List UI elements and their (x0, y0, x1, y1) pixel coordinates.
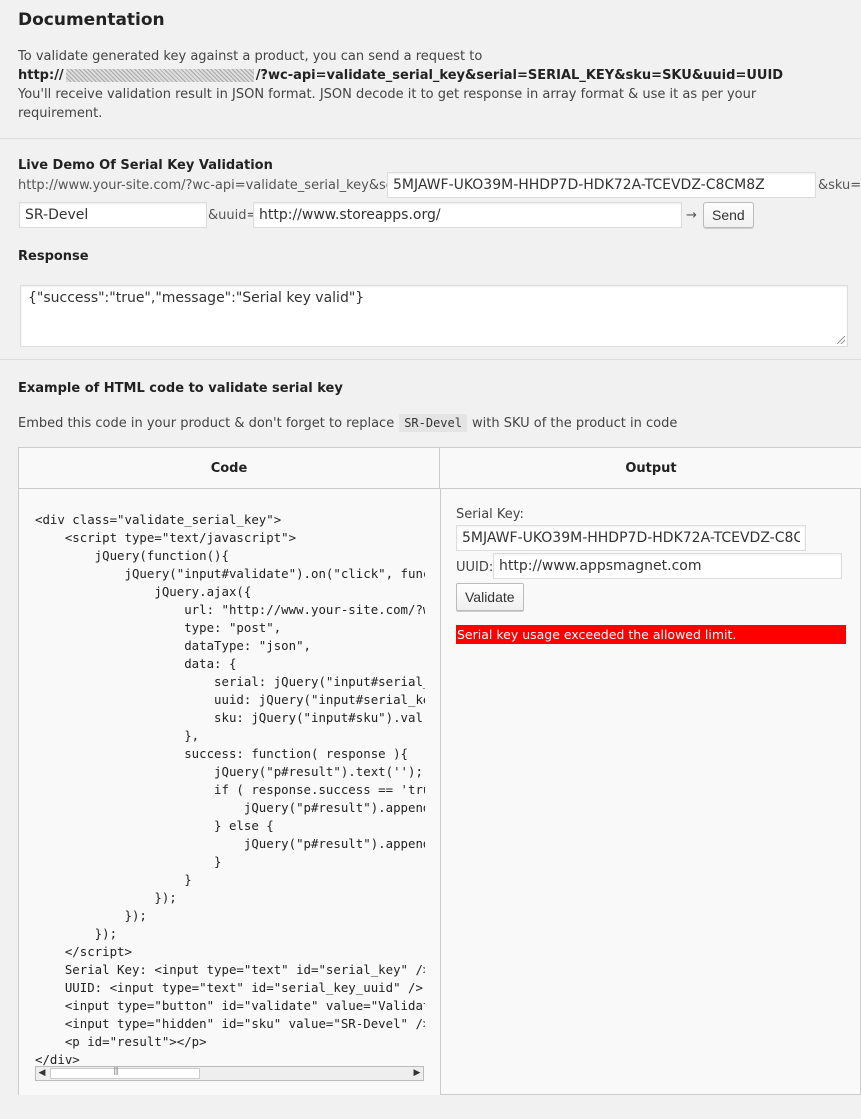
code-column-header: Code (19, 448, 440, 489)
arrow-right-icon: → (686, 208, 697, 223)
sku-label: &sku= (818, 178, 861, 193)
demo-row-2: &uuid= → Send (18, 202, 861, 228)
output-column-header: Output (440, 448, 861, 489)
code-block[interactable]: <div class="validate_serial_key"> <scrip… (35, 511, 425, 1069)
horizontal-scrollbar[interactable]: ◀ ▶ (35, 1066, 424, 1081)
demo-uuid-input[interactable] (493, 553, 842, 579)
response-heading: Response (18, 249, 89, 264)
output-cell: Serial Key: UUID: Validate Serial key us… (441, 490, 861, 1095)
response-textarea[interactable]: {"success":"true","message":"Serial key … (20, 285, 848, 347)
demo-row-1: http://www.your-site.com/?wc-api=validat… (18, 172, 861, 198)
api-url-prefix: http:// (18, 68, 64, 83)
example-heading: Example of HTML code to validate serial … (18, 381, 343, 396)
divider (0, 138, 861, 139)
embed-text-after: with SKU of the product in code (471, 415, 678, 431)
code-cell: <div class="validate_serial_key"> <scrip… (19, 490, 440, 1095)
demo-serial-key-input[interactable] (456, 525, 806, 551)
response-value: {"success":"true","message":"Serial key … (28, 290, 365, 306)
validate-button[interactable]: Validate (456, 583, 524, 611)
embed-instructions: Embed this code in your product & don't … (18, 414, 677, 432)
serial-key-label: Serial Key: (456, 507, 524, 522)
redacted-domain (65, 69, 254, 82)
api-url-suffix: /?wc-api=validate_serial_key&serial=SERI… (255, 68, 784, 83)
embed-text-before: Embed this code in your product & don't … (18, 415, 395, 431)
scrollbar-thumb[interactable] (50, 1066, 200, 1079)
uuid-input[interactable] (253, 202, 682, 228)
divider (0, 359, 861, 360)
uuid-label: &uuid= (208, 208, 258, 223)
uuid-field-label: UUID: (456, 560, 494, 575)
serial-key-input[interactable] (387, 172, 816, 198)
send-button[interactable]: Send (703, 202, 754, 228)
resize-handle-icon[interactable] (837, 336, 845, 344)
sku-input[interactable] (19, 202, 207, 228)
scroll-left-icon[interactable]: ◀ (36, 1067, 48, 1080)
base-url-label: http://www.your-site.com/?wc-api=validat… (18, 178, 426, 193)
json-note: You'll receive validation result in JSON… (18, 87, 757, 121)
live-demo-heading: Live Demo Of Serial Key Validation (18, 158, 273, 173)
doc-intro: To validate generated key against a prod… (18, 49, 483, 64)
scroll-right-icon[interactable]: ▶ (411, 1067, 423, 1080)
page-title: Documentation (18, 10, 165, 30)
example-table: Code Output <div class="validate_serial_… (18, 447, 861, 1095)
api-url: http:// /?wc-api=validate_serial_key&seri… (18, 66, 843, 85)
validation-result: Serial key usage exceeded the allowed li… (456, 625, 846, 644)
sku-code: SR-Devel (399, 414, 467, 432)
